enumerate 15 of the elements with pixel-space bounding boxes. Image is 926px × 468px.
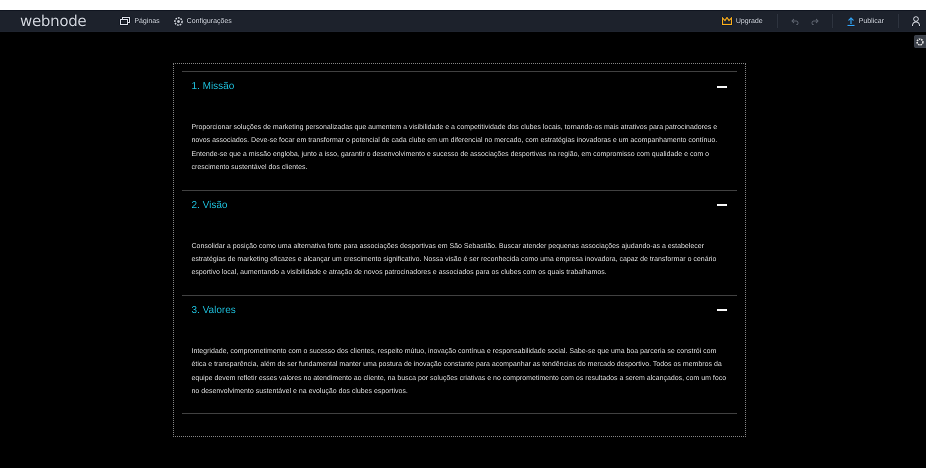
accordion-header[interactable]: 2. Visão: [182, 190, 736, 220]
crown-icon: [722, 17, 732, 25]
collapse-icon: [716, 204, 726, 206]
upload-icon: [846, 16, 855, 26]
accordion-header[interactable]: 1. Missão: [182, 72, 736, 101]
settings-button[interactable]: [914, 35, 926, 48]
undo-icon[interactable]: [790, 18, 799, 24]
settings-icon: [916, 38, 924, 46]
user-icon[interactable]: [912, 16, 920, 26]
redo-icon[interactable]: [810, 18, 819, 24]
accordion-header[interactable]: 3. Valores: [182, 296, 736, 325]
collapse-icon: [716, 309, 726, 312]
logo[interactable]: webnode: [20, 12, 86, 30]
pages-icon: [120, 17, 130, 25]
settings-icon: [174, 16, 183, 26]
